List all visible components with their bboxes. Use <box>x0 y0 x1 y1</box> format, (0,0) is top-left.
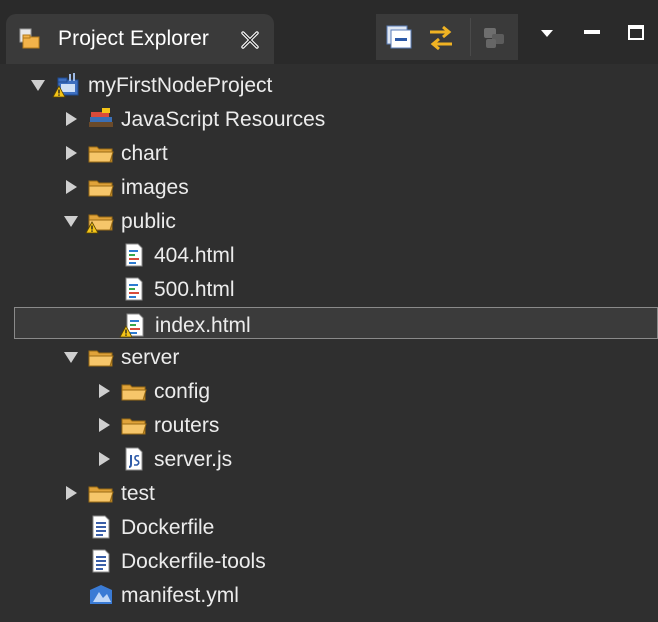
tree-item-label: images <box>121 176 189 199</box>
html-file-icon <box>119 312 149 338</box>
tree-item-label: routers <box>154 414 220 437</box>
tree-item-label: 500.html <box>154 278 235 301</box>
expand-arrow-closed-icon[interactable] <box>63 485 79 501</box>
tree-item-label: server <box>121 346 180 369</box>
tree-item[interactable]: myFirstNodeProject <box>0 68 658 102</box>
tree-item[interactable]: chart <box>0 136 658 170</box>
folder-icon <box>87 480 115 506</box>
tree-item-label: public <box>121 210 176 233</box>
expand-arrow-open-icon[interactable] <box>63 349 79 365</box>
library-icon <box>87 106 115 132</box>
folder-icon <box>120 378 148 404</box>
tree-item-label: chart <box>121 142 168 165</box>
chevron-down-icon[interactable] <box>540 28 554 38</box>
folder-icon <box>87 140 115 166</box>
tree-item-label: config <box>154 380 211 403</box>
folder-icon <box>87 344 115 370</box>
tree-item-label: Dockerfile-tools <box>121 550 266 573</box>
text-file-icon <box>87 514 115 540</box>
project-explorer-view: Project Explorer myFirstNodeProject Java… <box>0 0 658 622</box>
tree-item-label: test <box>121 482 155 505</box>
tab-project-explorer[interactable]: Project Explorer <box>6 14 274 64</box>
folder-icon <box>87 174 115 200</box>
tree-item[interactable]: routers <box>0 408 658 442</box>
tree-item[interactable]: Dockerfile-tools <box>0 544 658 578</box>
tab-title: Project Explorer <box>58 27 209 50</box>
html-file-icon <box>120 276 148 302</box>
expand-arrow-open-icon[interactable] <box>30 77 46 93</box>
tree-item-label: Dockerfile <box>121 516 215 539</box>
html-file-icon <box>120 242 148 268</box>
project-explorer-icon <box>18 27 42 51</box>
tree-item[interactable]: server <box>0 340 658 374</box>
text-file-icon <box>87 548 115 574</box>
expand-arrow-closed-icon[interactable] <box>96 451 112 467</box>
tree-item-label: manifest.yml <box>121 584 239 607</box>
tree-item[interactable]: JavaScript Resources <box>0 102 658 136</box>
folder-icon <box>120 412 148 438</box>
toolbar-separator <box>470 18 471 56</box>
tree-item[interactable]: manifest.yml <box>0 578 658 612</box>
tree-item[interactable]: server.js <box>0 442 658 476</box>
tree-item-label: myFirstNodeProject <box>88 74 273 97</box>
collapse-all-icon[interactable] <box>384 24 414 52</box>
tree-item[interactable]: public <box>0 204 658 238</box>
minimize-icon[interactable] <box>583 22 601 42</box>
view-tab-bar: Project Explorer <box>0 0 658 64</box>
folder-icon <box>85 208 115 234</box>
link-with-editor-icon[interactable] <box>426 24 456 52</box>
maximize-icon[interactable] <box>626 22 646 42</box>
tree-item-label: index.html <box>155 314 251 337</box>
close-icon[interactable] <box>240 30 260 50</box>
expand-arrow-closed-icon[interactable] <box>63 179 79 195</box>
tree-item[interactable]: images <box>0 170 658 204</box>
tree-item-label: 404.html <box>154 244 235 267</box>
expand-arrow-closed-icon[interactable] <box>96 417 112 433</box>
project-tree: myFirstNodeProject JavaScript Resources … <box>0 68 658 622</box>
project-icon <box>52 72 82 98</box>
js-file-icon <box>120 446 148 472</box>
tree-item[interactable]: 500.html <box>0 272 658 306</box>
expand-arrow-open-icon[interactable] <box>63 213 79 229</box>
view-toolbar <box>376 14 518 60</box>
yml-file-icon <box>87 582 115 608</box>
expand-arrow-closed-icon[interactable] <box>63 145 79 161</box>
tree-item-label: server.js <box>154 448 233 471</box>
tree-item[interactable]: test <box>0 476 658 510</box>
tree-item[interactable]: config <box>0 374 658 408</box>
tree-item[interactable]: index.html <box>14 307 658 339</box>
tree-item[interactable]: 404.html <box>0 238 658 272</box>
tree-item-label: JavaScript Resources <box>121 108 326 131</box>
filter-icon[interactable] <box>480 24 510 52</box>
expand-arrow-closed-icon[interactable] <box>63 111 79 127</box>
tree-item[interactable]: Dockerfile <box>0 510 658 544</box>
expand-arrow-closed-icon[interactable] <box>96 383 112 399</box>
